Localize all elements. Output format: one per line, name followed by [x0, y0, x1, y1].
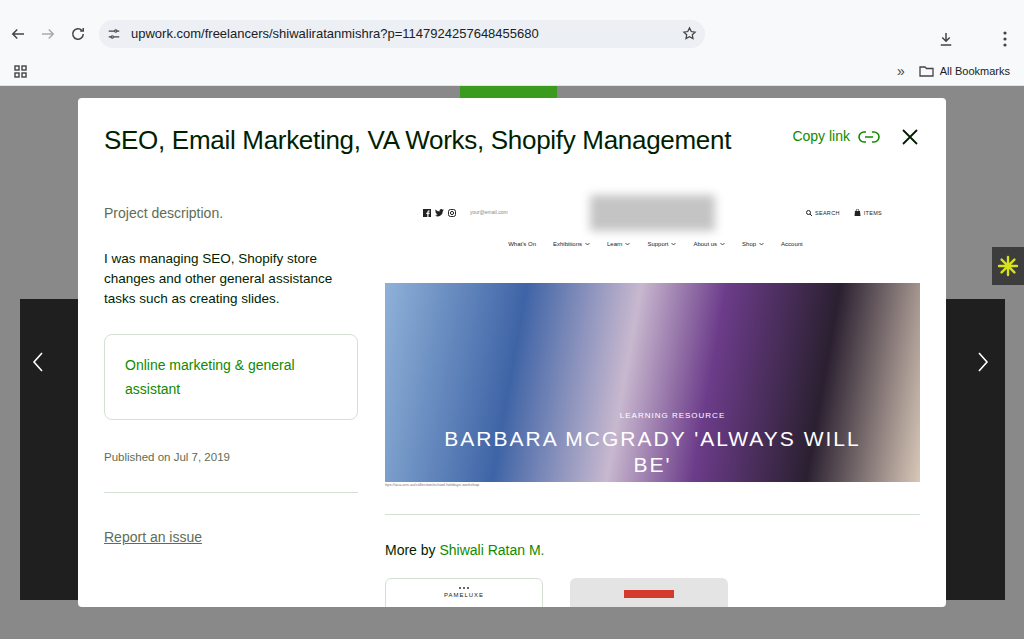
twitter-icon — [435, 209, 444, 217]
more-icon[interactable] — [997, 30, 1013, 48]
next-project-button[interactable] — [946, 299, 1005, 600]
cart-link[interactable]: ITEMS — [864, 209, 882, 217]
chevron-right-icon — [977, 351, 989, 373]
more-projects: PAMELUXE — [385, 578, 920, 607]
chevron-down-icon — [585, 242, 590, 246]
more-by-heading: More by Shiwali Ratan M. — [385, 540, 920, 561]
hero-headline[interactable]: BARBARA MCGRADY 'ALWAYS WILL BE' — [433, 426, 873, 478]
apps-grid-icon[interactable] — [14, 65, 27, 78]
newsletter-email[interactable]: your@email.com — [470, 209, 508, 217]
link-icon — [858, 131, 880, 143]
bookmarks-bar: » All Bookmarks — [0, 57, 1024, 86]
preview-nav-item[interactable]: Shop — [742, 240, 764, 249]
chevron-down-icon — [671, 242, 676, 246]
instagram-icon — [448, 209, 456, 217]
preview-nav-label: Support — [647, 240, 668, 249]
logo-dots — [459, 587, 469, 589]
preview-nav-item[interactable]: About us — [693, 240, 725, 249]
preview-status-url: ttps://aca.ans.au/collection/school-holi… — [385, 482, 920, 488]
divider — [104, 492, 358, 493]
chevron-down-icon — [759, 242, 764, 246]
project-thumbnail[interactable]: PAMELUXE — [385, 578, 543, 607]
preview-nav-item[interactable]: What's On — [508, 240, 536, 249]
category-card[interactable]: Online marketing & general assistant — [104, 334, 358, 420]
asterisk-icon — [997, 255, 1019, 277]
close-icon[interactable] — [902, 129, 918, 145]
bookmarks-overflow[interactable]: » — [897, 64, 905, 78]
copy-link-button[interactable]: Copy link — [792, 126, 880, 147]
profile-avatar-edge — [460, 86, 557, 98]
preview-nav-item[interactable]: Exhibitions — [553, 240, 590, 249]
feedback-badge[interactable] — [992, 247, 1024, 285]
description-label: Project description. — [104, 203, 358, 224]
project-preview: your@email.com SEARCH ITEMS — [385, 193, 920, 488]
reload-icon[interactable] — [69, 25, 87, 43]
preview-nav-label: Shop — [742, 240, 756, 249]
bag-icon — [854, 209, 861, 216]
site-logo-blurred — [590, 195, 715, 231]
chevron-down-icon — [720, 242, 725, 246]
forward-icon[interactable] — [39, 25, 57, 43]
hero-banner: LEARNING RESOURCE BARBARA MCGRADY 'ALWAY… — [385, 283, 920, 482]
preview-nav-item[interactable]: Learn — [607, 240, 630, 249]
preview-nav-item[interactable]: Support — [647, 240, 676, 249]
preview-nav-label: About us — [693, 240, 717, 249]
report-issue-link[interactable]: Report an issue — [104, 527, 358, 548]
chevron-down-icon — [625, 242, 630, 246]
more-by-label: More by — [385, 542, 436, 558]
preview-nav-label: Learn — [607, 240, 622, 249]
download-icon[interactable] — [937, 30, 955, 48]
chevron-left-icon — [32, 351, 44, 373]
previous-project-button[interactable] — [20, 299, 78, 600]
hero-kicker: LEARNING RESOURCE — [620, 410, 725, 422]
preview-header: your@email.com SEARCH ITEMS — [385, 193, 920, 232]
browser-toolbar: upwork.com/freelancers/shiwaliratanmishr… — [0, 0, 1024, 57]
star-icon[interactable] — [682, 26, 697, 41]
thumbnail-text: PAMELUXE — [444, 591, 484, 600]
preview-nav-item[interactable]: Account — [781, 240, 803, 249]
project-thumbnail[interactable] — [570, 578, 728, 607]
folder-icon — [919, 65, 934, 77]
freelancer-name-link[interactable]: Shiwali Ratan M. — [439, 542, 544, 558]
search-icon — [806, 210, 812, 216]
site-settings-icon[interactable] — [107, 27, 121, 41]
preview-nav-label: Exhibitions — [553, 240, 582, 249]
published-date: Published on Jul 7, 2019 — [104, 449, 358, 466]
all-bookmarks[interactable]: All Bookmarks — [940, 63, 1010, 80]
hero-text: LEARNING RESOURCE BARBARA MCGRADY 'ALWAY… — [385, 410, 920, 478]
category-label: Online marketing & general assistant — [125, 357, 295, 397]
banner-bar — [624, 590, 674, 598]
preview-nav: What's On Exhibitions Learn Support About us… — [385, 232, 920, 256]
search-link[interactable]: SEARCH — [815, 209, 840, 217]
address-bar[interactable]: upwork.com/freelancers/shiwaliratanmishr… — [99, 20, 705, 48]
facebook-icon — [423, 209, 431, 217]
project-modal: SEO, Email Marketing, VA Works, Shopify … — [78, 98, 946, 607]
project-description: I was managing SEO, Shopify store change… — [104, 249, 358, 309]
project-title: SEO, Email Marketing, VA Works, Shopify … — [104, 123, 731, 157]
url-text: upwork.com/freelancers/shiwaliratanmishr… — [131, 24, 672, 44]
copy-link-label: Copy link — [792, 126, 850, 147]
page-backdrop: SEO, Email Marketing, VA Works, Shopify … — [0, 86, 1024, 639]
preview-nav-label: What's On — [508, 240, 536, 249]
preview-nav-label: Account — [781, 240, 803, 249]
divider — [385, 514, 920, 515]
back-icon[interactable] — [9, 25, 27, 43]
